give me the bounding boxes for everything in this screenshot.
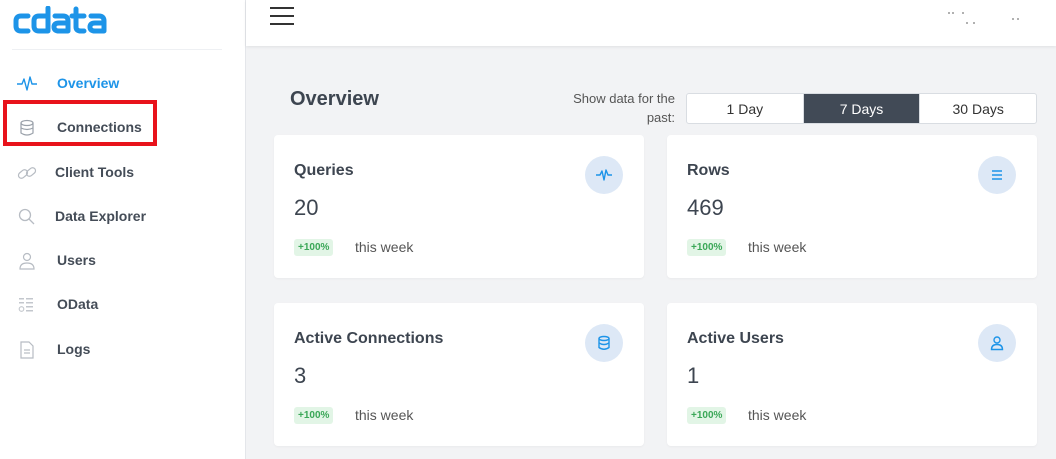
search-icon (16, 208, 38, 226)
card-value: 3 (294, 363, 307, 388)
rows-card: Rows 469 +100% this week (667, 135, 1037, 278)
database-icon (585, 324, 623, 362)
queries-card: Queries 20 +100% this week (274, 135, 644, 278)
sidebar-item-users[interactable]: Users (0, 245, 245, 275)
logo-divider (12, 49, 222, 50)
sidebar-item-overview[interactable]: Overview (0, 68, 245, 98)
change-badge: +100% (687, 407, 727, 424)
sidebar-item-label: Client Tools (55, 164, 135, 180)
connections-highlight-box (3, 100, 157, 146)
range-1-day-button[interactable]: 1 Day (687, 94, 804, 123)
sidebar-item-label: Data Explorer (55, 208, 147, 224)
odata-icon (16, 296, 38, 314)
sidebar-item-odata[interactable]: OData (0, 289, 245, 319)
top-bar (246, 0, 1056, 46)
pulse-icon (585, 156, 623, 194)
card-period: this week (355, 407, 414, 423)
card-value: 20 (294, 195, 319, 220)
sidebar-item-data-explorer[interactable]: Data Explorer (0, 201, 245, 231)
date-range-selector: 1 Day 7 Days 30 Days (686, 93, 1037, 124)
pulse-icon (16, 75, 38, 93)
card-period: this week (355, 239, 414, 255)
link-icon (16, 164, 38, 182)
card-value: 1 (687, 363, 700, 388)
change-badge: +100% (294, 239, 334, 256)
card-title: Rows (687, 162, 730, 179)
cdata-logo[interactable] (13, 6, 131, 36)
user-icon (16, 252, 38, 270)
user-icon (978, 324, 1016, 362)
sidebar-item-label: OData (57, 296, 99, 312)
card-title: Active Connections (294, 330, 444, 347)
change-badge: +100% (294, 407, 334, 424)
range-7-days-button[interactable]: 7 Days (803, 94, 921, 123)
list-icon (978, 156, 1016, 194)
range-label: Show data for the past: (573, 91, 675, 125)
change-badge: +100% (687, 239, 727, 256)
user-menu[interactable] (942, 10, 1022, 28)
active-users-card: Active Users 1 +100% this week (667, 303, 1037, 446)
file-icon (16, 341, 38, 359)
card-period: this week (748, 239, 807, 255)
active-connections-card: Active Connections 3 +100% this week (274, 303, 644, 446)
sidebar-item-label: Overview (57, 75, 120, 91)
card-title: Active Users (687, 330, 784, 347)
sidebar-item-logs[interactable]: Logs (0, 334, 245, 364)
hamburger-icon[interactable] (270, 5, 294, 27)
card-value: 469 (687, 195, 724, 220)
sidebar-item-client-tools[interactable]: Client Tools (0, 157, 245, 187)
sidebar: Overview Connections Client Tools Data E… (0, 0, 246, 459)
card-period: this week (748, 407, 807, 423)
page-title: Overview (290, 88, 379, 110)
card-title: Queries (294, 162, 354, 179)
sidebar-item-label: Users (57, 252, 96, 268)
sidebar-item-label: Logs (57, 341, 91, 357)
range-30-days-button[interactable]: 30 Days (920, 94, 1036, 123)
